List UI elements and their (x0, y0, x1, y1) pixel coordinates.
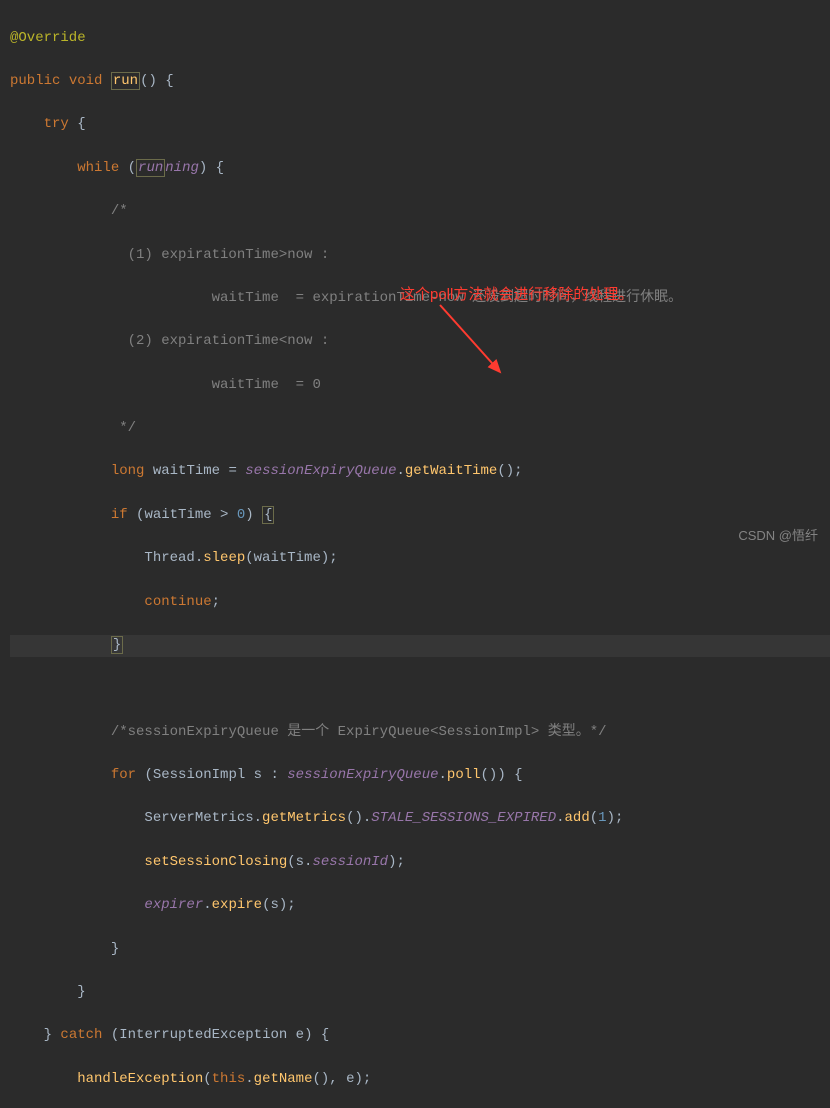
code-line: waitTime = 0 (10, 375, 830, 397)
code-line: (2) expirationTime<now : (10, 331, 830, 353)
code-line: if (waitTime > 0) { (10, 505, 830, 527)
code-line: expirer.expire(s); (10, 895, 830, 917)
watermark: CSDN @悟纤 (738, 526, 818, 546)
code-line: (1) expirationTime>now : (10, 245, 830, 267)
blank-line (10, 678, 830, 700)
code-line: /* (10, 201, 830, 223)
code-line: } (10, 939, 830, 961)
code-line: try { (10, 114, 830, 136)
code-line: } catch (InterruptedException e) { (10, 1025, 830, 1047)
code-line: Thread.sleep(waitTime); (10, 548, 830, 570)
code-line: /*sessionExpiryQueue 是一个 ExpiryQueue<Ses… (10, 722, 830, 744)
code-line: public void run() { (10, 71, 830, 93)
code-line: for (SessionImpl s : sessionExpiryQueue.… (10, 765, 830, 787)
code-line: setSessionClosing(s.sessionId); (10, 852, 830, 874)
code-line: */ (10, 418, 830, 440)
highlighted-line: } (10, 635, 830, 657)
code-line: continue; (10, 592, 830, 614)
code-line: handleException(this.getName(), e); (10, 1069, 830, 1091)
code-line: while (running) { (10, 158, 830, 180)
red-annotation-text: 这个poll方法就会进行移除的处理。 (400, 283, 633, 306)
code-line: @Override (10, 28, 830, 50)
code-line: } (10, 982, 830, 1004)
code-line: ServerMetrics.getMetrics().STALE_SESSION… (10, 808, 830, 830)
code-editor: @Override public void run() { try { whil… (0, 0, 830, 1108)
code-line: long waitTime = sessionExpiryQueue.getWa… (10, 461, 830, 483)
